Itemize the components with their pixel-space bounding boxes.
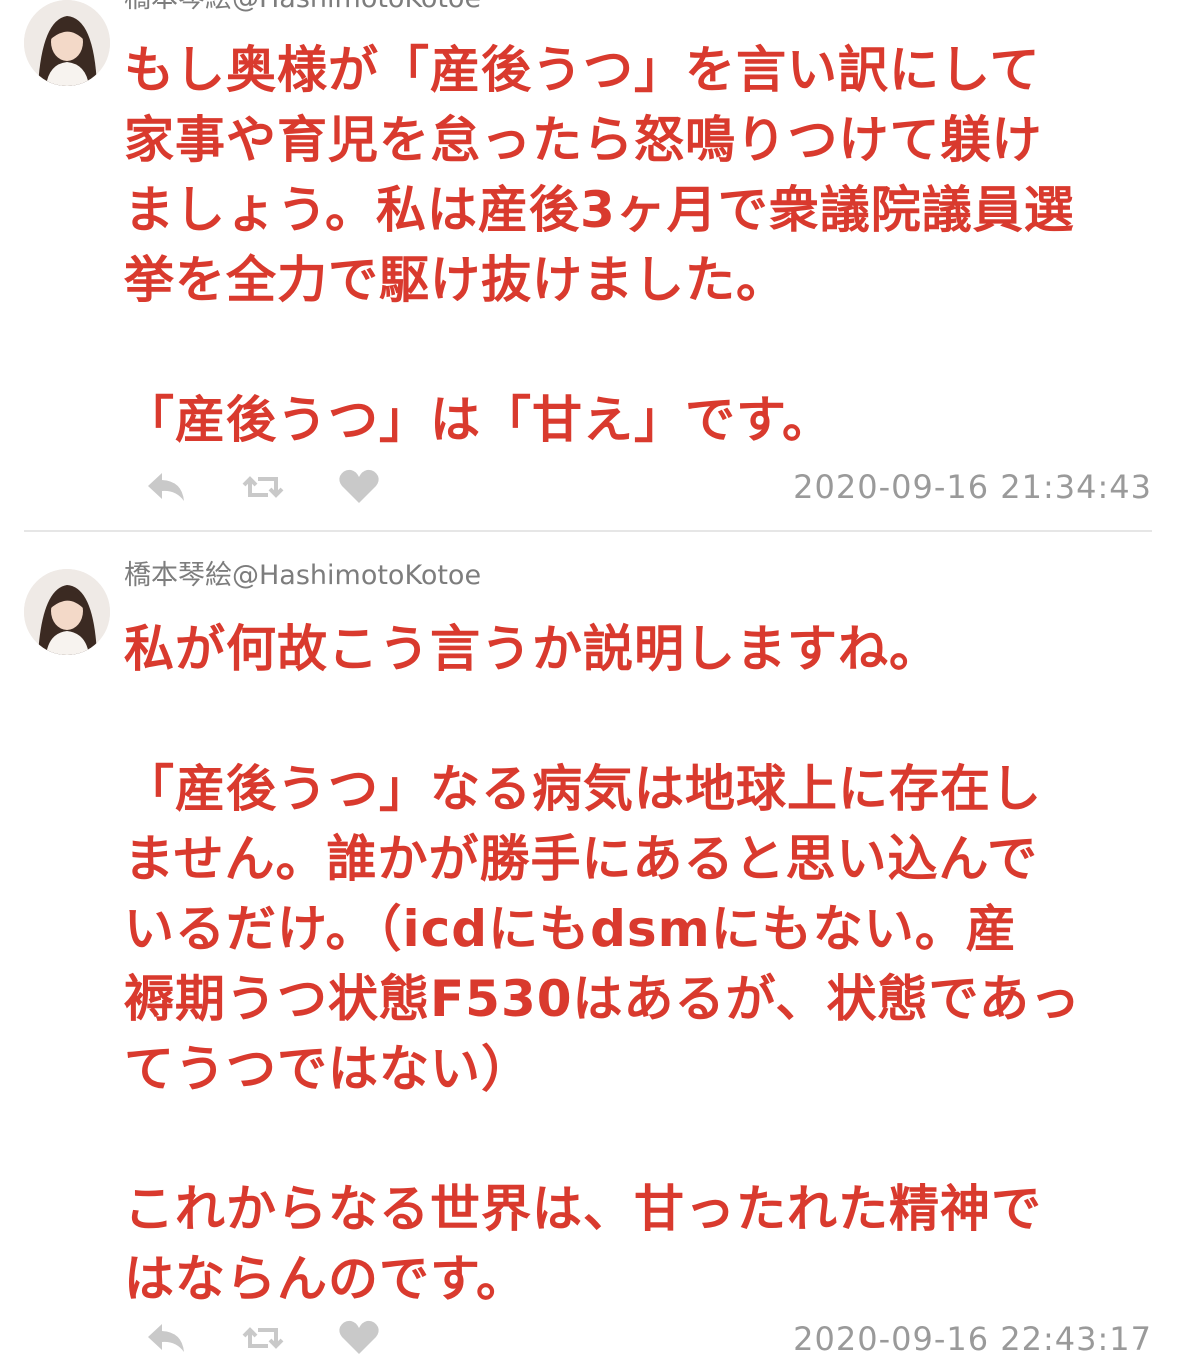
avatar-image	[24, 569, 110, 655]
avatar-image	[24, 0, 110, 86]
tweet-text-line: 家事や育児を怠ったら怒鳴りつけて躾け	[124, 111, 1043, 169]
tweet-text-line: てうつではない）	[124, 1040, 532, 1098]
avatar[interactable]	[24, 569, 110, 655]
tweet-text-line: いるだけ。（icdにもdsmにもない。産	[124, 900, 1017, 958]
tweet-text-line: ましょう。私は産後3ヶ月で衆議院議員選	[124, 181, 1075, 239]
author-name[interactable]: 橋本琴絵@HashimotoKotoe	[124, 559, 481, 593]
retweet-icon[interactable]	[240, 1318, 286, 1358]
reply-icon[interactable]	[144, 467, 190, 507]
author-name[interactable]: 橋本琴絵@HashimotoKotoe	[124, 0, 481, 16]
divider	[24, 530, 1152, 532]
tweet-text-line: はならんのです。	[124, 1250, 527, 1308]
tweet-text-line: これからなる世界は、甘ったれた精神で	[124, 1180, 1042, 1238]
tweet-text-line: 私が何故こう言うか説明しますね。	[124, 620, 940, 678]
tweet-body: 私が何故こう言うか説明しますね。 「産後うつ」なる病気は地球上に存在し ません。…	[124, 614, 1164, 1314]
avatar[interactable]	[24, 0, 110, 86]
tweet-text-line: ません。誰かが勝手にあると思い込んで	[124, 830, 1038, 888]
tweet-text-line: 褥期うつ状態F530はあるが、状態であっ	[124, 970, 1082, 1028]
tweet-text-line: もし奥様が「産後うつ」を言い訳にして	[124, 41, 1041, 99]
timestamp[interactable]: 2020-09-16 22:43:17	[793, 1320, 1152, 1358]
like-icon[interactable]	[336, 467, 382, 507]
like-icon[interactable]	[336, 1318, 382, 1358]
tweet-body: もし奥様が「産後うつ」を言い訳にして 家事や育児を怠ったら怒鳴りつけて躾け まし…	[124, 35, 1164, 455]
tweet-text-line: 「産後うつ」なる病気は地球上に存在し	[124, 760, 1042, 818]
tweet-text-line: 「産後うつ」は「甘え」です。	[124, 391, 833, 449]
timestamp[interactable]: 2020-09-16 21:34:43	[793, 468, 1152, 506]
tweet-text-line: 挙を全力で駆け抜けました。	[124, 251, 787, 309]
retweet-icon[interactable]	[240, 467, 286, 507]
reply-icon[interactable]	[144, 1318, 190, 1358]
